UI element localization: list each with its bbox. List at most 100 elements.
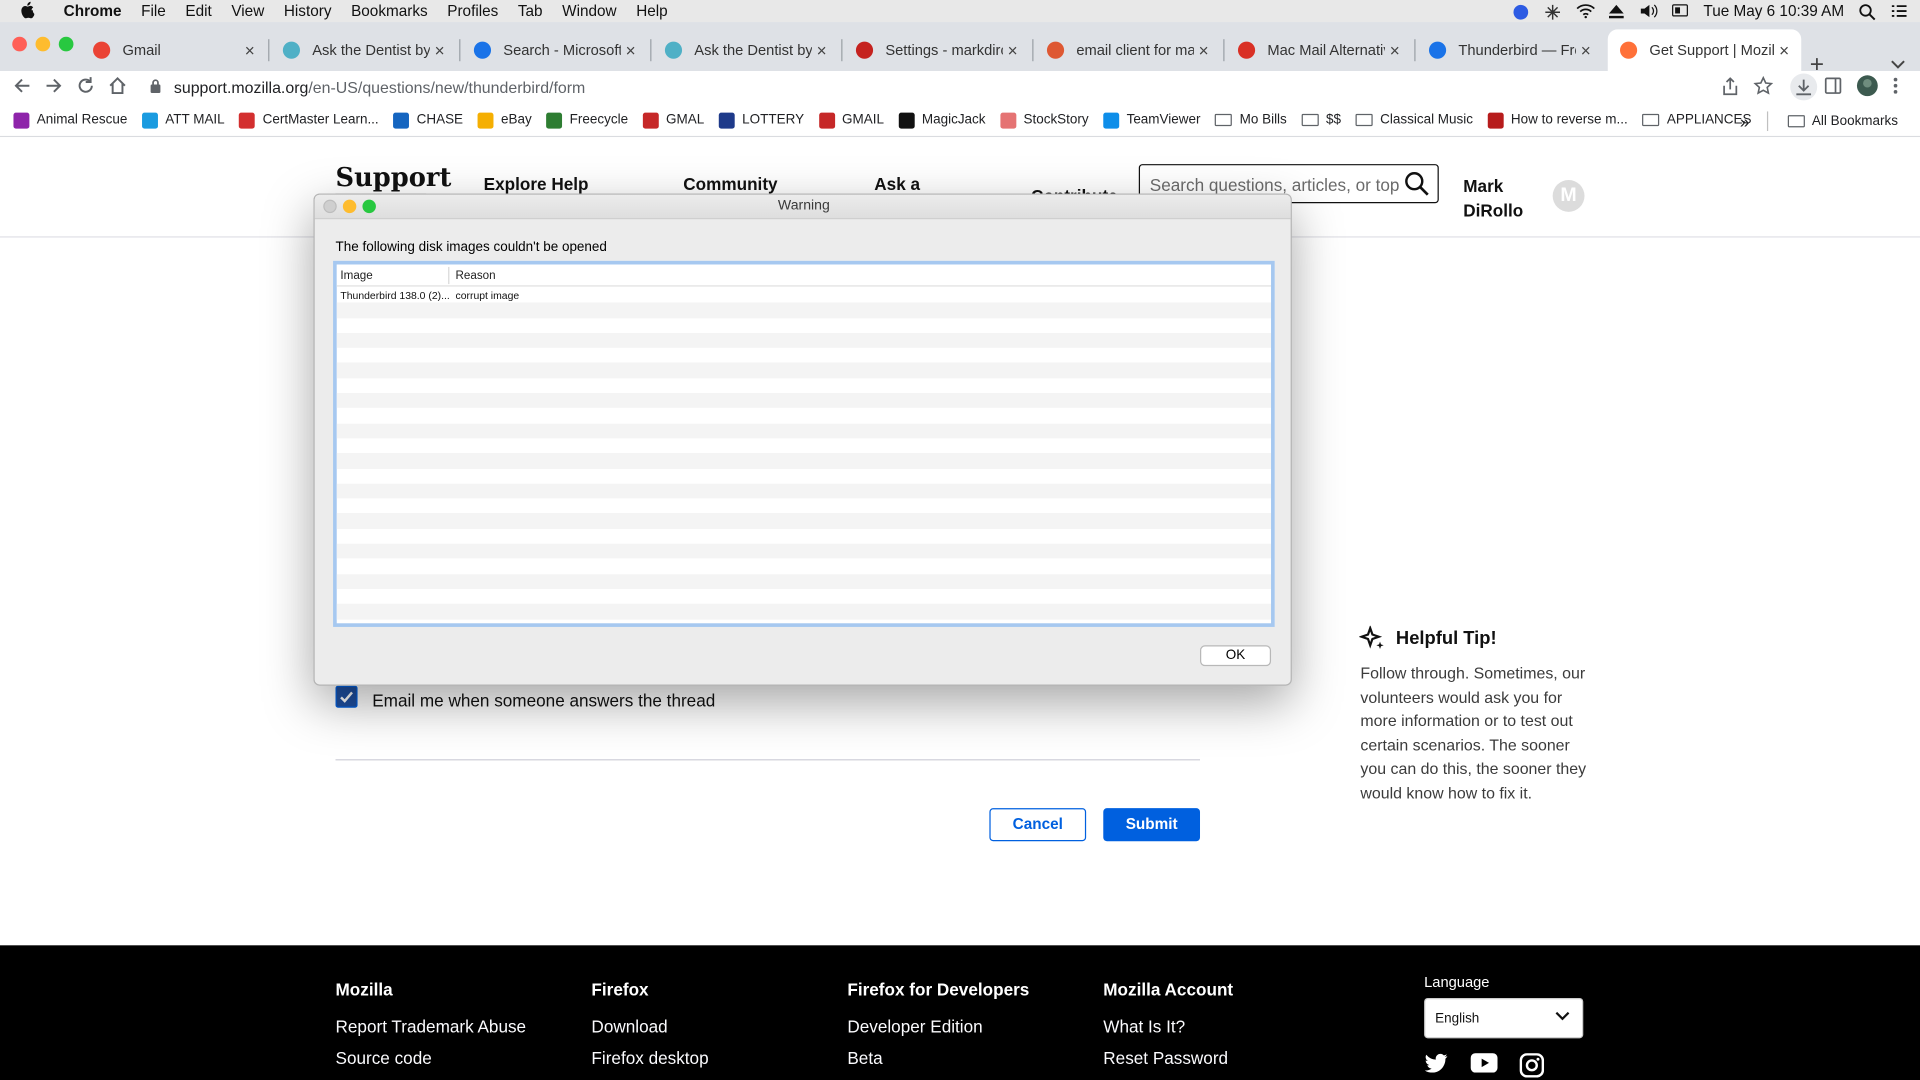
menu-edit[interactable]: Edit [176, 2, 222, 19]
user-name[interactable]: Mark DiRollo [1463, 174, 1523, 223]
tab-close-icon[interactable]: × [1576, 40, 1596, 60]
bookmark-item[interactable]: MagicJack [891, 112, 993, 128]
tab-close-icon[interactable]: × [1385, 40, 1405, 60]
column-header-reason[interactable]: Reason [456, 269, 496, 282]
menu-history[interactable]: History [274, 2, 341, 19]
tab-close-icon[interactable]: × [430, 40, 450, 60]
reload-icon[interactable] [76, 76, 96, 102]
network-status-icon[interactable] [1544, 4, 1561, 20]
disk-image-table[interactable]: Image Reason Thunderbird 138.0 (2)... cor… [333, 260, 1275, 627]
browser-tab[interactable]: Get Support | Mozilla × [1607, 29, 1802, 72]
nav-explore-help[interactable]: Explore Help [484, 174, 589, 194]
spotlight-search-icon[interactable] [1859, 4, 1876, 21]
forward-arrow-icon[interactable] [44, 76, 64, 102]
column-header-image[interactable]: Image [340, 269, 372, 282]
all-bookmarks-folder[interactable]: All Bookmarks [1780, 113, 1905, 128]
wifi-icon[interactable] [1576, 4, 1596, 19]
tab-close-icon[interactable]: × [1194, 40, 1214, 60]
footer-link[interactable]: What Is It? [1103, 1016, 1185, 1036]
apple-menu-icon[interactable] [0, 1, 54, 22]
window-minimize-button[interactable] [35, 36, 51, 52]
bookmark-item[interactable]: GMAIL [811, 112, 891, 128]
bookmark-item[interactable]: TeamViewer [1096, 112, 1208, 128]
instagram-icon[interactable] [1519, 1053, 1545, 1080]
bookmark-folder[interactable]: Classical Music [1348, 113, 1480, 127]
submit-button[interactable]: Submit [1103, 808, 1201, 842]
home-icon[interactable] [108, 76, 128, 102]
secure-lock-icon[interactable] [149, 78, 161, 100]
bookmarks-overflow-icon[interactable]: » [1740, 111, 1750, 131]
bookmark-item[interactable]: CertMaster Learn... [232, 112, 386, 128]
window-zoom-button[interactable] [58, 36, 74, 52]
bookmark-item[interactable]: GMAL [635, 112, 711, 128]
tab-close-icon[interactable]: × [1003, 40, 1023, 60]
downloads-icon[interactable] [1790, 73, 1818, 101]
footer-link[interactable]: Report Trademark Abuse [336, 1016, 527, 1036]
address-bar[interactable]: support.mozilla.org/en-US/questions/new/… [174, 78, 585, 96]
browser-tab[interactable]: Ask the Dentist by Ma× [271, 29, 457, 71]
youtube-icon[interactable] [1470, 1053, 1498, 1079]
menu-help[interactable]: Help [626, 2, 677, 19]
bookmark-item[interactable]: eBay [470, 112, 539, 128]
tab-close-icon[interactable]: × [812, 40, 832, 60]
browser-tab[interactable]: Settings - markdirollo× [844, 29, 1030, 71]
back-arrow-icon[interactable] [12, 76, 32, 102]
email-notify-checkbox[interactable] [335, 685, 358, 708]
tab-close-icon[interactable]: × [240, 40, 260, 60]
tab-title: Gmail [122, 41, 161, 59]
side-panel-icon[interactable] [1824, 77, 1842, 100]
browser-tab[interactable]: Search - Microsoft Bin× [462, 29, 648, 71]
bookmark-item[interactable]: Animal Rescue [6, 112, 135, 128]
user-avatar[interactable]: M [1552, 180, 1585, 212]
control-center-icon[interactable] [1891, 4, 1908, 19]
bookmark-item[interactable]: LOTTERY [712, 112, 812, 128]
profile-avatar-icon[interactable] [1856, 75, 1878, 103]
cancel-button[interactable]: Cancel [989, 808, 1087, 842]
tab-close-icon[interactable]: × [1774, 40, 1794, 60]
volume-icon[interactable] [1640, 4, 1658, 19]
ok-button[interactable]: OK [1200, 645, 1272, 667]
footer-link[interactable]: Source code [336, 1048, 432, 1068]
eject-icon[interactable] [1608, 4, 1625, 19]
support-logo[interactable]: Support [336, 162, 452, 193]
menu-bookmarks[interactable]: Bookmarks [341, 2, 437, 19]
twitter-icon[interactable] [1424, 1053, 1448, 1079]
bookmark-star-icon[interactable] [1753, 75, 1774, 102]
bookmark-item[interactable]: StockStory [993, 112, 1096, 128]
search-icon[interactable] [1403, 170, 1430, 203]
menu-tab[interactable]: Tab [508, 2, 552, 19]
browser-tab[interactable]: Thunderbird — Free Y× [1417, 29, 1603, 71]
language-select[interactable]: English [1424, 997, 1584, 1039]
nav-ask-a-question[interactable]: Ask a [874, 174, 920, 194]
menu-app-name[interactable]: Chrome [54, 2, 131, 19]
footer-link[interactable]: Firefox desktop [591, 1048, 708, 1068]
footer-link[interactable]: Developer Edition [847, 1016, 982, 1036]
menubar-clock[interactable]: Tue May 6 10:39 AM [1703, 2, 1844, 19]
bookmark-folder[interactable]: Mo Bills [1208, 113, 1294, 127]
menu-window[interactable]: Window [552, 2, 626, 19]
table-row[interactable]: Thunderbird 138.0 (2)... corrupt image [337, 288, 1271, 303]
bookmark-item[interactable]: CHASE [386, 112, 470, 128]
menu-profiles[interactable]: Profiles [437, 2, 508, 19]
bookmark-item[interactable]: ATT MAIL [135, 112, 232, 128]
window-close-button[interactable] [12, 36, 27, 52]
bookmark-item[interactable]: How to reverse m... [1480, 112, 1635, 128]
bookmark-favicon-icon [1000, 112, 1017, 128]
browser-tab[interactable]: Mac Mail Alternative fo× [1226, 29, 1412, 71]
tab-close-icon[interactable]: × [621, 40, 641, 60]
chrome-menu-icon[interactable] [1893, 76, 1898, 102]
footer-link[interactable]: Reset Password [1103, 1048, 1228, 1068]
menu-view[interactable]: View [222, 2, 275, 19]
menu-file[interactable]: File [131, 2, 175, 19]
bookmark-item[interactable]: Freecycle [539, 112, 635, 128]
browser-tab[interactable]: email client for mac hi× [1035, 29, 1221, 71]
nav-community[interactable]: Community [683, 174, 777, 194]
bookmark-folder[interactable]: $$ [1294, 113, 1348, 127]
display-icon[interactable] [1672, 4, 1689, 19]
browser-tab[interactable]: Ask the Dentist by Ma× [653, 29, 839, 71]
footer-link[interactable]: Beta [847, 1048, 882, 1068]
share-icon[interactable] [1722, 77, 1739, 103]
browser-tab[interactable]: Gmail × [81, 29, 267, 71]
zoom-status-icon[interactable] [1512, 4, 1529, 20]
footer-link[interactable]: Download [591, 1016, 667, 1036]
